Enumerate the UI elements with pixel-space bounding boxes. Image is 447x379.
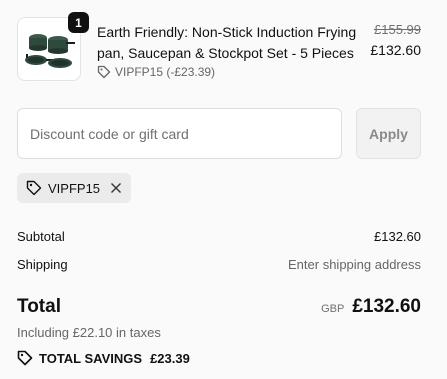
- close-icon[interactable]: [110, 182, 122, 194]
- discount-row: Apply: [17, 108, 421, 159]
- tag-icon: [97, 65, 111, 79]
- product-price: £132.60: [370, 42, 421, 58]
- total-savings: TOTAL SAVINGS £23.39: [17, 350, 190, 366]
- subtotal-row: Subtotal £132.60: [17, 229, 421, 244]
- apply-button[interactable]: Apply: [356, 108, 421, 159]
- discount-code-input[interactable]: [17, 108, 342, 159]
- shipping-value: Enter shipping address: [288, 257, 421, 272]
- total-label: Total: [17, 296, 61, 317]
- shipping-row: Shipping Enter shipping address: [17, 257, 421, 272]
- currency-code: GBP: [321, 303, 345, 315]
- original-price: £155.99: [374, 22, 421, 37]
- remove-discount-button[interactable]: [110, 182, 122, 194]
- total-amount-group: GBP £132.60: [321, 296, 421, 318]
- tag-icon: [17, 350, 33, 366]
- tag-icon: [26, 180, 42, 196]
- savings-label: TOTAL SAVINGS: [39, 350, 143, 366]
- quantity-badge: 1: [68, 12, 89, 33]
- total-value: £132.60: [352, 296, 421, 317]
- applied-discount-code: VIPFP15: [48, 180, 101, 196]
- savings-value: £23.39: [150, 350, 190, 366]
- taxes-note: Including £22.10 in taxes: [17, 325, 161, 340]
- product-title: Earth Friendly: Non-Stick Induction Fryi…: [97, 24, 357, 61]
- applied-discount-chip: VIPFP15: [17, 173, 131, 203]
- product-discount: VIPFP15 (-£23.39): [97, 65, 215, 79]
- subtotal-label: Subtotal: [17, 229, 65, 244]
- cookware-set-image: [25, 34, 75, 68]
- subtotal-value: £132.60: [374, 229, 421, 244]
- product-discount-label: VIPFP15 (-£23.39): [115, 65, 216, 79]
- product-line-item: 1 Earth Friendly: Non-Stick Induction Fr…: [17, 12, 421, 83]
- shipping-label: Shipping: [17, 257, 68, 272]
